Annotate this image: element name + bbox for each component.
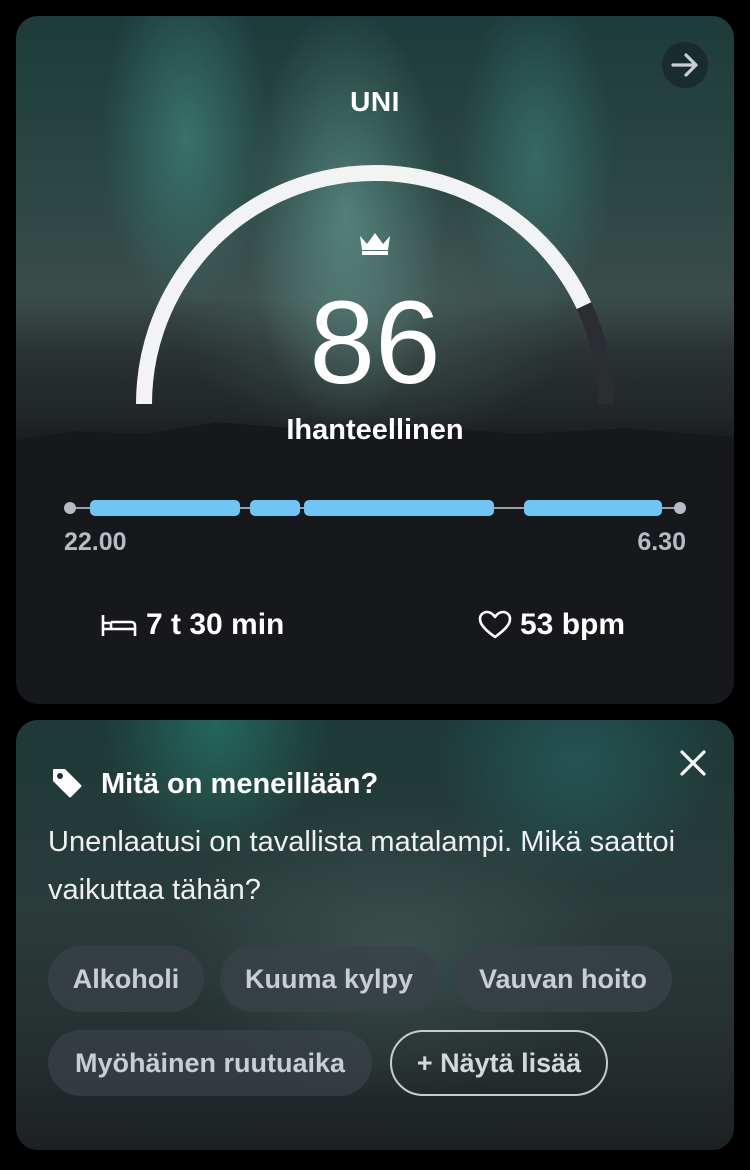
heart-icon: [478, 610, 512, 639]
insight-text: Unenlaatusi on tavallista matalampi. Mik…: [48, 826, 676, 906]
show-more-button[interactable]: + Näytä lisää: [390, 1030, 608, 1096]
sleep-card[interactable]: UNI 86 Ihanteellinen 22.00 6.30 7 t 30 m…: [16, 16, 734, 704]
heart-rate-value: 53 bpm: [520, 608, 626, 641]
chip-myohainen-ruutuaika[interactable]: Myöhäinen ruutuaika: [48, 1030, 372, 1096]
heart-rate: 53 bpm: [478, 608, 625, 642]
sleep-segment: [304, 500, 494, 516]
sleep-segment: [524, 500, 662, 516]
timeline-end-time: 6.30: [637, 528, 686, 556]
timeline-end-dot: [674, 502, 686, 514]
insight-card: Mitä on meneillään? Unenlaatusi on taval…: [16, 720, 734, 1150]
timeline-start-time: 22.00: [64, 528, 127, 556]
sleep-segment: [90, 500, 240, 516]
tag-icon: [53, 769, 82, 798]
close-icon[interactable]: [676, 746, 710, 780]
chip-kuuma-kylpy[interactable]: Kuuma kylpy: [220, 946, 438, 1012]
sleep-score-label: Ihanteellinen: [286, 414, 464, 446]
crown-icon: [360, 233, 390, 255]
sleep-score: 86: [309, 277, 441, 409]
sleep-duration-value: 7 t 30 min: [146, 608, 285, 641]
insight-title: Mitä on meneillään?: [101, 768, 379, 800]
sleep-segment: [250, 500, 300, 516]
bed-icon: [101, 615, 137, 636]
sleep-duration: 7 t 30 min: [100, 608, 284, 642]
chip-vauvan-hoito[interactable]: Vauvan hoito: [454, 946, 672, 1012]
timeline-start-dot: [64, 502, 76, 514]
chip-alkoholi[interactable]: Alkoholi: [48, 946, 204, 1012]
